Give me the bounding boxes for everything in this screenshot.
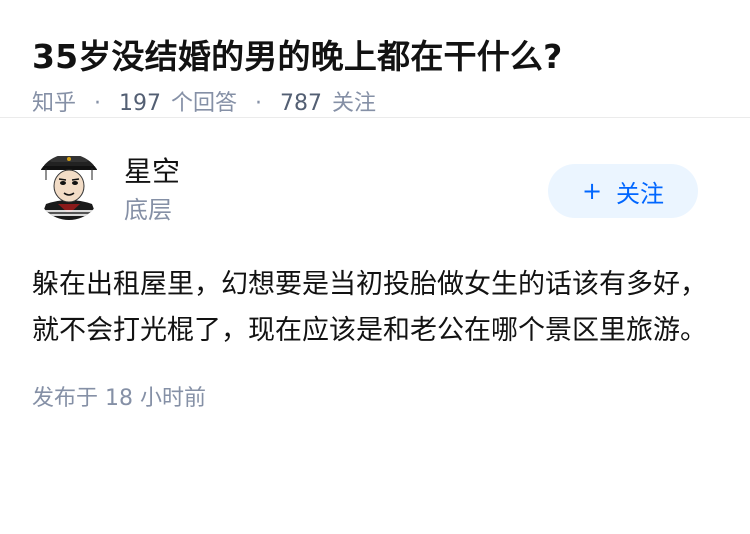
answer-count: 197 xyxy=(119,91,162,116)
meta-separator: · xyxy=(255,91,263,116)
question-header: 35岁没结婚的男的晚上都在干什么? 知乎 · 197 个回答 · 787 关注 xyxy=(0,0,750,118)
author-row: 星空 底层 + 关注 xyxy=(32,150,718,246)
plus-icon: + xyxy=(581,177,603,205)
publish-time: 发布于 18 小时前 xyxy=(32,386,206,411)
meta-separator: · xyxy=(94,91,102,116)
question-meta: 知乎 · 197 个回答 · 787 关注 xyxy=(32,88,718,120)
follow-button[interactable]: + 关注 xyxy=(548,164,698,218)
follow-count-label[interactable]: 关注 xyxy=(332,88,376,120)
answer-card: 星空 底层 + 关注 躲在出租屋里，幻想要是当初投胎做女生的话该有多好，就不会打… xyxy=(0,150,750,414)
author-headline: 底层 xyxy=(124,196,172,224)
follow-count: 787 xyxy=(280,91,323,116)
meme-avatar-icon xyxy=(36,154,102,220)
question-title[interactable]: 35岁没结婚的男的晚上都在干什么? xyxy=(32,34,718,80)
avatar[interactable] xyxy=(36,154,102,220)
answer-count-label[interactable]: 个回答 xyxy=(171,88,237,120)
follow-button-label: 关注 xyxy=(616,179,665,208)
answer-content[interactable]: 躲在出租屋里，幻想要是当初投胎做女生的话该有多好，就不会打光棍了，现在应该是和老… xyxy=(32,262,712,354)
author-name[interactable]: 星空 xyxy=(124,154,180,190)
source-label[interactable]: 知乎 xyxy=(32,88,76,120)
